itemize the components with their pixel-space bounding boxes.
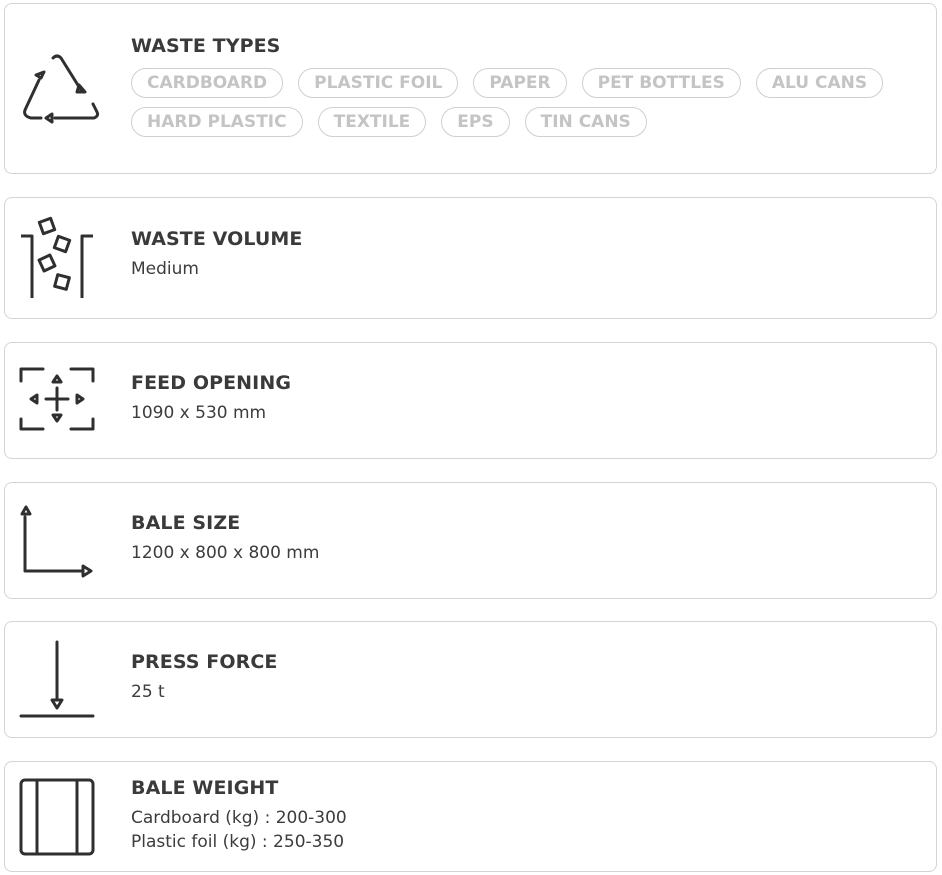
feed-opening-value: 1090 x 530 mm	[131, 403, 267, 423]
tag-eps[interactable]: EPS	[441, 107, 510, 137]
bale-size-title: BALE SIZE	[131, 512, 241, 534]
press-force-title: PRESS FORCE	[131, 651, 278, 673]
waste-type-tags: CARDBOARD PLASTIC FOIL PAPER PET BOTTLES…	[131, 68, 891, 137]
bin-icon	[19, 214, 103, 298]
tag-cardboard[interactable]: CARDBOARD	[131, 68, 284, 98]
tag-tin-cans[interactable]: TIN CANS	[524, 107, 647, 137]
waste-volume-title: WASTE VOLUME	[131, 228, 303, 250]
press-force-card: PRESS FORCE 25 t	[4, 621, 937, 738]
feed-opening-icon	[19, 367, 103, 451]
tag-plastic-foil[interactable]: PLASTIC FOIL	[298, 68, 459, 98]
press-force-value: 25 t	[131, 682, 165, 702]
feed-opening-card: FEED OPENING 1090 x 530 mm	[4, 342, 937, 459]
tag-alu-cans[interactable]: ALU CANS	[755, 68, 884, 98]
tag-pet-bottles[interactable]: PET BOTTLES	[581, 68, 741, 98]
waste-types-title: WASTE TYPES	[131, 35, 281, 57]
tag-textile[interactable]: TEXTILE	[317, 107, 427, 137]
tag-paper[interactable]: PAPER	[473, 68, 567, 98]
bale-weight-cardboard: Cardboard (kg) : 200-300	[131, 808, 347, 828]
bale-weight-icon	[19, 778, 103, 862]
bale-weight-title: BALE WEIGHT	[131, 777, 279, 799]
feed-opening-title: FEED OPENING	[131, 372, 292, 394]
bale-size-card: BALE SIZE 1200 x 800 x 800 mm	[4, 482, 937, 599]
recycle-icon	[19, 50, 103, 134]
waste-types-card: WASTE TYPES CARDBOARD PLASTIC FOIL PAPER…	[4, 3, 937, 174]
waste-volume-card: WASTE VOLUME Medium	[4, 197, 937, 319]
bale-size-value: 1200 x 800 x 800 mm	[131, 543, 320, 563]
waste-volume-value: Medium	[131, 259, 199, 279]
tag-hard-plastic[interactable]: HARD PLASTIC	[131, 107, 303, 137]
bale-weight-card: BALE WEIGHT Cardboard (kg) : 200-300 Pla…	[4, 761, 937, 872]
bale-size-icon	[19, 503, 103, 587]
press-force-icon	[19, 640, 103, 724]
bale-weight-plastic-foil: Plastic foil (kg) : 250-350	[131, 832, 345, 852]
